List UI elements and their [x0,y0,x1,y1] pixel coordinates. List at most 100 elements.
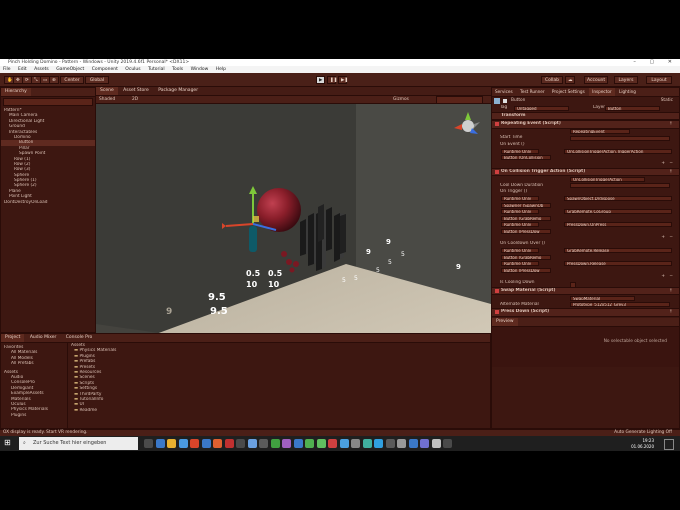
domino[interactable] [308,213,314,266]
red-sphere[interactable] [257,188,301,232]
function-dropdown[interactable]: GrabRemote.Release [564,248,672,254]
small-sphere[interactable] [286,259,292,265]
tag-dropdown[interactable]: Untagged [514,105,569,111]
object-field[interactable]: Spawner (SpawnOb [501,202,551,208]
tab-preview[interactable]: Preview [492,317,518,326]
app-icon[interactable] [443,439,452,448]
domino[interactable] [300,219,306,256]
edge-icon[interactable] [155,439,165,448]
menu-gameobject[interactable]: GameObject [56,67,84,72]
menu-tutorial[interactable]: Tutorial [148,67,165,72]
onenote-icon[interactable] [282,439,291,448]
windows-start-icon[interactable]: ⊞ [4,439,12,447]
word-icon[interactable] [247,439,257,448]
tab-audio-mixer[interactable]: Audio Mixer [26,334,61,342]
start-time-input[interactable] [570,135,670,141]
gizmos-dropdown[interactable]: Gizmos [393,97,409,102]
tab-inspector[interactable]: Inspector [589,88,615,96]
taskbar-search-input[interactable]: ⌕ Zur Suche Text hier eingeben [19,437,138,450]
app-icon[interactable] [431,439,441,448]
small-sphere[interactable] [293,261,299,267]
static-toggle[interactable]: Static [661,97,673,105]
object-field[interactable]: Button (GrabRemo [501,254,551,260]
tab-test-runner[interactable]: Test Runner [517,88,548,96]
app-icon[interactable] [374,439,383,448]
menu-assets[interactable]: Assets [34,67,49,72]
function-dropdown[interactable]: PressDown.Release [564,261,672,267]
tab-project-settings[interactable]: Project Settings [549,88,588,96]
object-field[interactable]: Button (PressDow [501,267,551,273]
function-dropdown[interactable]: OnCollisionTriggerAction.TriggerAction [564,148,672,154]
menu-edit[interactable]: Edit [18,67,27,72]
menu-window[interactable]: Window [191,67,209,72]
task-view-icon[interactable] [144,439,153,448]
system-clock[interactable]: 19:23 01.06.2020 [631,438,654,450]
alternate-material-field[interactable]: Prototype_512x512_Grey3 [570,302,670,308]
collision-trigger-header[interactable]: On Collision Trigger Action (Script) ⋮ [492,167,679,176]
tab-package-manager[interactable]: Package Manager [154,87,202,95]
active-checkbox[interactable] [503,99,507,103]
script-field[interactable]: OnCollisionTriggerAction [570,176,645,182]
layer-dropdown[interactable]: Button [605,105,660,111]
domino[interactable] [340,214,346,254]
account-dropdown[interactable]: Account [584,76,608,84]
shading-mode-dropdown[interactable]: Shaded [99,97,115,102]
app-icon[interactable] [420,439,429,448]
pause-button[interactable]: ❚❚ [327,76,338,84]
menu-tools[interactable]: Tools [172,67,183,72]
component-menu-icon[interactable]: ⋮ [669,288,673,295]
runtime-only-dropdown[interactable]: Runtime Only [501,222,539,228]
menu-oculus[interactable]: Oculus [125,67,140,72]
menu-file[interactable]: File [3,67,11,72]
layers-dropdown[interactable]: Layers [614,76,638,84]
whatsapp-icon[interactable] [305,439,314,448]
object-name-field[interactable]: Button [511,97,525,105]
swap-material-header[interactable]: Swap Material (Script) ⋮ [492,286,679,295]
space-toggle[interactable]: Global [85,76,109,84]
press-down-header[interactable]: Press Down (Script) ⋮ [492,308,679,317]
small-sphere[interactable] [289,267,295,273]
cloud-icon[interactable]: ☁ [565,76,575,84]
teams-icon[interactable] [201,439,211,448]
button-pillar[interactable] [249,226,257,252]
explorer-icon[interactable] [167,439,176,448]
office-icon[interactable] [190,439,199,448]
hierarchy-item[interactable]: DontDestroyOnLoad [1,200,95,205]
tab-lighting[interactable]: Lighting [616,88,639,96]
runtime-only-dropdown[interactable]: Runtime Only [501,209,539,215]
hierarchy-search-input[interactable] [3,98,93,106]
cooldown-input[interactable] [570,183,670,189]
app-icon[interactable] [408,439,418,448]
component-menu-icon[interactable]: ⋮ [669,121,673,128]
component-menu-icon[interactable]: ⋮ [669,169,673,176]
menu-component[interactable]: Component [92,67,118,72]
spotify-icon[interactable] [270,439,280,448]
unity-icon[interactable] [236,439,245,448]
app-icon[interactable] [351,439,360,448]
scene-search-input[interactable] [436,96,483,104]
asset-folder[interactable]: Plugins [1,413,67,418]
function-dropdown[interactable]: SpawnObject.Drdispose [564,196,672,202]
transform-tool-button[interactable]: ⊕ [49,76,59,84]
transform-header[interactable]: Transform [492,111,679,120]
app-icon[interactable] [385,439,395,448]
small-sphere[interactable] [281,251,287,257]
function-dropdown[interactable]: GrabRemote.CoGroup [564,209,672,215]
play-button[interactable]: ▶ [316,76,325,84]
notification-icon[interactable] [664,439,674,450]
runtime-only-dropdown[interactable]: Runtime Only [501,148,539,154]
step-button[interactable]: ▶❚ [338,76,348,84]
domino[interactable] [318,204,324,242]
window-controls[interactable]: – ▢ ✕ [633,59,678,66]
outlook-icon[interactable] [293,439,303,448]
script-field[interactable]: SwapMaterial [570,295,635,301]
mail-icon[interactable] [178,439,188,448]
component-menu-icon[interactable]: ⋮ [669,309,673,316]
pivot-toggle[interactable]: Center [60,76,84,84]
firefox-icon[interactable] [213,439,222,448]
tab-scene[interactable]: Scene [96,87,118,95]
chrome-icon[interactable] [328,439,337,448]
collab-button[interactable]: Collab [541,76,563,84]
folder-item[interactable]: ▬ Readme [68,408,491,413]
pdf-icon[interactable] [224,439,234,448]
